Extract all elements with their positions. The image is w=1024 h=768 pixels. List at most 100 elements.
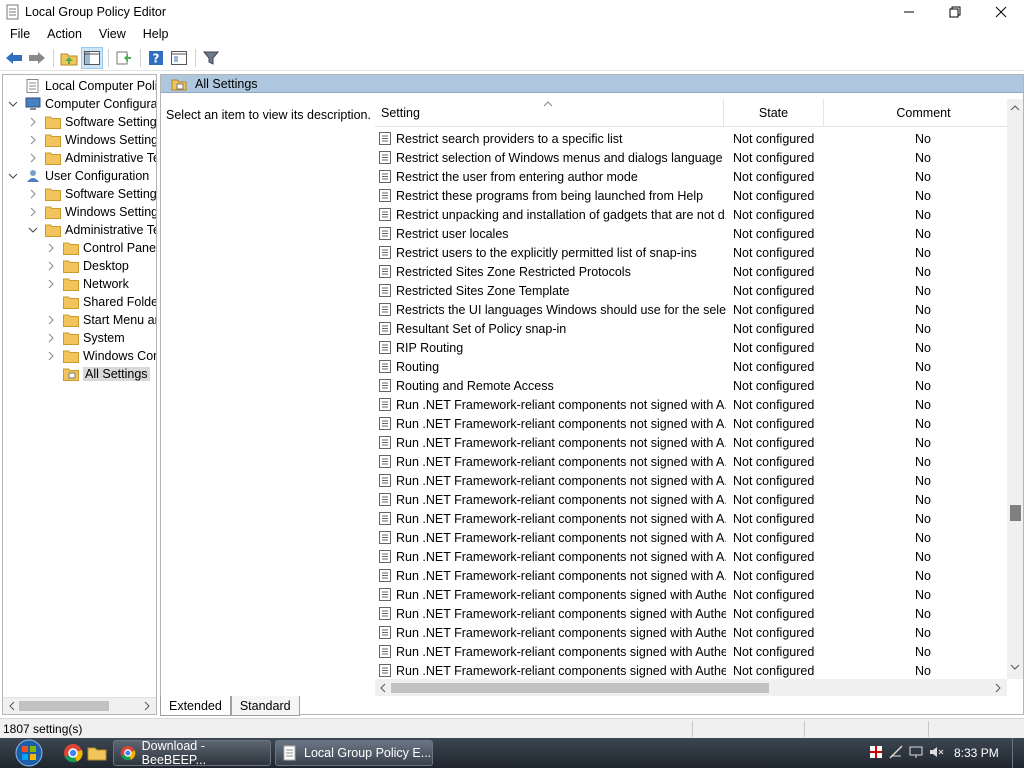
table-row[interactable]: Run .NET Framework-reliant components no… <box>375 566 1007 585</box>
scroll-left-icon[interactable] <box>378 683 388 693</box>
close-button[interactable] <box>978 0 1024 24</box>
column-header-state[interactable]: State <box>723 99 823 127</box>
menu-view[interactable]: View <box>89 27 133 41</box>
back-button[interactable] <box>3 47 25 69</box>
tree-item[interactable]: Local Computer Policy <box>7 77 156 95</box>
start-button[interactable] <box>8 739 50 767</box>
menu-file[interactable]: File <box>0 27 37 41</box>
explorer-folder-icon[interactable] <box>87 743 107 763</box>
table-row[interactable]: Run .NET Framework-reliant components si… <box>375 604 1007 623</box>
menu-help[interactable]: Help <box>133 27 176 41</box>
chevron-right-icon[interactable] <box>27 134 39 146</box>
minimize-button[interactable] <box>886 0 932 24</box>
scroll-right-icon[interactable] <box>142 701 152 711</box>
table-row[interactable]: Restrict user locales Not configured No <box>375 224 1007 243</box>
table-row[interactable]: Routing and Remote Access Not configured N… <box>375 376 1007 395</box>
table-row[interactable]: Run .NET Framework-reliant components no… <box>375 452 1007 471</box>
tree-item[interactable]: System <box>45 329 125 347</box>
scroll-right-icon[interactable] <box>993 683 1003 693</box>
table-row[interactable]: Restrict selection of Windows menus and … <box>375 148 1007 167</box>
console-tree[interactable]: Local Computer Policy Computer Configurat… <box>2 74 157 715</box>
table-row[interactable]: Run .NET Framework-reliant components si… <box>375 661 1007 680</box>
tree-item[interactable]: Desktop <box>45 257 129 275</box>
restore-button[interactable] <box>932 0 978 24</box>
column-header-comment[interactable]: Comment <box>823 99 1023 127</box>
table-row[interactable]: Restricts the UI languages Windows shoul… <box>375 300 1007 319</box>
tree-item[interactable]: Start Menu and Taskbar <box>45 311 156 329</box>
table-row[interactable]: Run .NET Framework-reliant components si… <box>375 585 1007 604</box>
tree-item[interactable]: Shared Folders <box>45 293 156 311</box>
chevron-right-icon[interactable] <box>27 152 39 164</box>
table-row[interactable]: Run .NET Framework-reliant components si… <box>375 623 1007 642</box>
chevron-right-icon[interactable] <box>27 116 39 128</box>
tab-extended[interactable]: Extended <box>160 696 231 716</box>
chevron-down-icon[interactable] <box>7 170 19 182</box>
table-row[interactable]: Run .NET Framework-reliant components no… <box>375 433 1007 452</box>
tree-item[interactable]: Software Settings <box>27 185 156 203</box>
tree-item[interactable]: Administrative Templates <box>27 149 156 167</box>
action-center-flag-icon[interactable] <box>868 744 884 760</box>
chevron-right-icon[interactable] <box>45 260 57 272</box>
tree-item[interactable]: Windows Settings <box>27 203 156 221</box>
tree-item[interactable]: Software Settings <box>27 113 156 131</box>
chevron-down-icon[interactable] <box>27 224 39 236</box>
scroll-up-icon[interactable] <box>1010 103 1020 113</box>
taskbar-item-chrome[interactable]: Download - BeeBEEP... <box>113 739 271 767</box>
tree-item[interactable]: Network <box>45 275 129 293</box>
table-row[interactable]: Run .NET Framework-reliant components no… <box>375 547 1007 566</box>
help-button[interactable]: ? <box>145 47 167 69</box>
scroll-left-icon[interactable] <box>7 701 17 711</box>
table-row[interactable]: Restrict search providers to a specific … <box>375 129 1007 148</box>
filter-button[interactable] <box>200 47 222 69</box>
tree-horizontal-scrollbar[interactable] <box>3 697 156 714</box>
table-row[interactable]: Restrict the user from entering author m… <box>375 167 1007 186</box>
horizontal-scrollbar[interactable] <box>375 679 1007 696</box>
tree-item[interactable]: Windows Settings <box>27 131 156 149</box>
table-row[interactable]: Restrict these programs from being launc… <box>375 186 1007 205</box>
table-row[interactable]: Restricted Sites Zone Template Not config… <box>375 281 1007 300</box>
export-list-button[interactable] <box>113 47 135 69</box>
display-icon[interactable] <box>908 744 924 760</box>
column-header-setting[interactable]: Setting <box>381 99 721 127</box>
chevron-right-icon[interactable] <box>45 350 57 362</box>
tree-item[interactable]: User Configuration <box>7 167 149 185</box>
table-row[interactable]: Restrict unpacking and installation of g… <box>375 205 1007 224</box>
chevron-right-icon[interactable] <box>45 278 57 290</box>
tree-item[interactable]: Control Panel <box>45 239 156 257</box>
table-row[interactable]: Resultant Set of Policy snap-in Not confi… <box>375 319 1007 338</box>
tree-item[interactable]: All Settings <box>45 365 150 383</box>
properties-button[interactable] <box>168 47 190 69</box>
forward-button[interactable] <box>26 47 48 69</box>
network-disabled-icon[interactable] <box>888 744 904 760</box>
chevron-down-icon[interactable] <box>7 98 19 110</box>
taskbar-item-group-policy[interactable]: Local Group Policy E... <box>275 740 433 766</box>
clock[interactable]: 8:33 PM <box>954 746 999 760</box>
table-row[interactable]: Run .NET Framework-reliant components no… <box>375 528 1007 547</box>
volume-muted-icon[interactable] <box>928 744 944 760</box>
up-one-level-button[interactable] <box>58 47 80 69</box>
tree-item[interactable]: Computer Configuration <box>7 95 156 113</box>
show-desktop-button[interactable] <box>1012 738 1024 768</box>
table-row[interactable]: Routing Not configured No <box>375 357 1007 376</box>
chevron-right-icon[interactable] <box>45 314 57 326</box>
table-row[interactable]: Run .NET Framework-reliant components si… <box>375 642 1007 661</box>
chevron-right-icon[interactable] <box>45 332 57 344</box>
table-row[interactable]: Run .NET Framework-reliant components no… <box>375 509 1007 528</box>
chevron-right-icon[interactable] <box>27 206 39 218</box>
table-row[interactable]: Run .NET Framework-reliant components no… <box>375 395 1007 414</box>
table-row[interactable]: Run .NET Framework-reliant components no… <box>375 471 1007 490</box>
table-row[interactable]: Run .NET Framework-reliant components no… <box>375 490 1007 509</box>
tab-standard[interactable]: Standard <box>230 696 300 716</box>
chrome-icon[interactable] <box>63 743 83 763</box>
tree-item[interactable]: Windows Components <box>45 347 156 365</box>
show-hide-console-tree-button[interactable] <box>81 46 103 69</box>
vertical-scrollbar[interactable] <box>1007 99 1023 679</box>
vertical-scroll-thumb[interactable] <box>1010 505 1021 521</box>
tree-scroll-thumb[interactable] <box>19 701 109 711</box>
horizontal-scroll-thumb[interactable] <box>391 683 769 693</box>
table-row[interactable]: Restrict users to the explicitly permitt… <box>375 243 1007 262</box>
chevron-right-icon[interactable] <box>27 188 39 200</box>
scroll-down-icon[interactable] <box>1010 662 1020 672</box>
table-row[interactable]: Restricted Sites Zone Restricted Protoco… <box>375 262 1007 281</box>
menu-action[interactable]: Action <box>37 27 89 41</box>
